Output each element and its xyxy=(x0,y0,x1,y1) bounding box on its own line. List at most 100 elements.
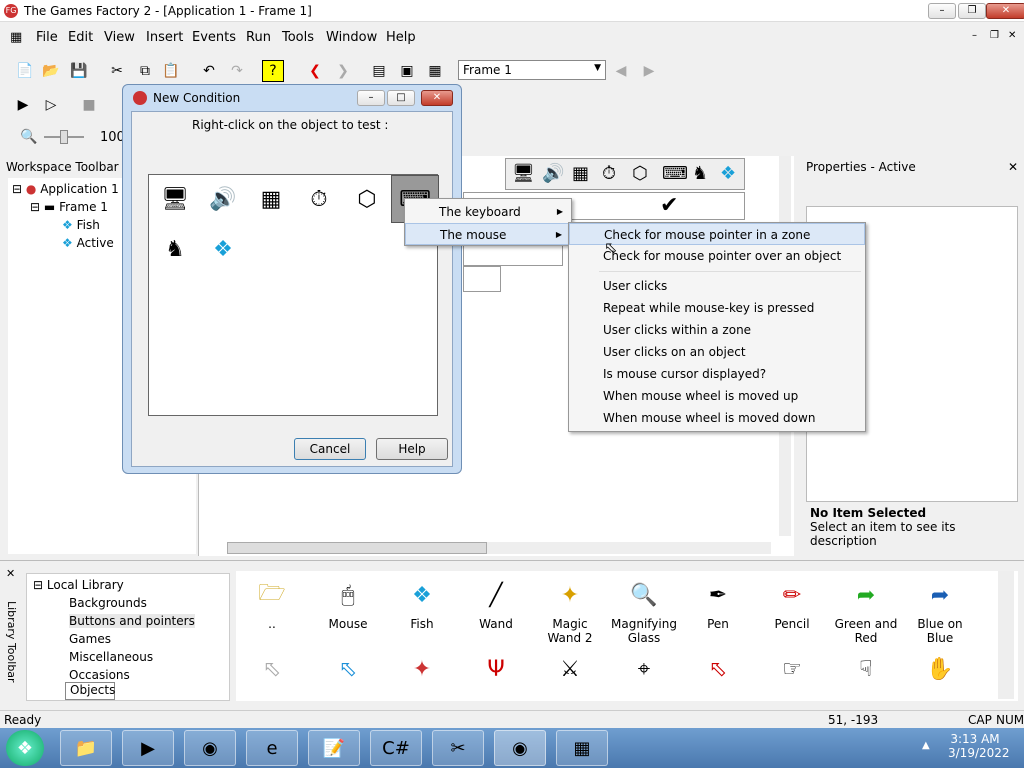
dialog-maximize-button[interactable]: □ xyxy=(387,90,415,106)
lib-item-red-arrow[interactable]: ⬁ xyxy=(682,653,754,691)
menu-item-cursor-displayed[interactable]: Is mouse cursor displayed? xyxy=(569,363,865,385)
system-icon[interactable]: 🖥 xyxy=(155,179,195,219)
tree-item-games[interactable]: Games xyxy=(69,632,111,646)
close-button[interactable]: ✕ xyxy=(986,3,1024,19)
collapse-icon[interactable]: ⊟ xyxy=(12,182,22,196)
save-icon[interactable]: 💾 xyxy=(68,60,90,82)
mdi-close-icon[interactable]: ✕ xyxy=(1008,30,1016,41)
mdi-restore-icon[interactable]: ❐ xyxy=(990,30,999,41)
lib-item-fish[interactable]: ❖ Fish xyxy=(386,579,458,632)
tgf-task-icon[interactable]: ◉ xyxy=(494,730,546,766)
new-file-icon[interactable]: 📄 xyxy=(14,60,36,82)
mdi-minimize-icon[interactable]: – xyxy=(972,30,977,41)
menu-edit[interactable]: Edit xyxy=(68,30,93,45)
dialog-close-button[interactable]: ✕ xyxy=(421,90,453,106)
storyboard-icon[interactable]: ▦ xyxy=(251,179,291,219)
lib-item-grab[interactable]: ✋ xyxy=(904,653,976,691)
lib-item-pen[interactable]: ✒ Pen xyxy=(682,579,754,632)
help-button[interactable]: Help xyxy=(376,438,448,460)
lib-item-wand-red[interactable]: ✦ xyxy=(386,653,458,691)
explorer-task-icon[interactable]: 📁 xyxy=(60,730,112,766)
redo-icon[interactable]: ↷ xyxy=(226,60,248,82)
menu-item-mouse[interactable]: The mouse ▶ xyxy=(405,223,571,245)
tree-item-miscellaneous[interactable]: Miscellaneous xyxy=(69,650,153,664)
help-icon[interactable]: ? xyxy=(262,60,284,82)
open-folder-icon[interactable]: 📂 xyxy=(40,60,62,82)
menu-help[interactable]: Help xyxy=(386,30,416,45)
zoom-icon[interactable]: 🔍 xyxy=(18,126,40,148)
timer-icon[interactable]: ⏱ xyxy=(299,179,339,219)
create-icon[interactable]: ⬡ xyxy=(347,179,387,219)
menu-run[interactable]: Run xyxy=(246,30,271,45)
collapse-icon[interactable]: ⊟ xyxy=(33,578,43,592)
condition-grid-row[interactable] xyxy=(463,266,501,292)
restore-button[interactable]: ❐ xyxy=(958,3,986,19)
start-button-icon[interactable]: ❖ xyxy=(6,730,44,766)
next-frame-icon[interactable]: ▶ xyxy=(638,60,660,82)
csharp-task-icon[interactable]: C# xyxy=(370,730,422,766)
player-icon[interactable]: ♞ xyxy=(155,229,195,269)
lib-item-trident[interactable]: Ψ xyxy=(460,653,532,691)
cancel-button[interactable]: Cancel xyxy=(294,438,366,460)
chrome-task-icon[interactable]: ◉ xyxy=(184,730,236,766)
horizontal-scrollbar[interactable] xyxy=(227,542,771,554)
event-editor-icon[interactable]: ▦ xyxy=(424,60,446,82)
tree-item-frame[interactable]: ⊟ ▬ Frame 1 xyxy=(30,200,108,214)
tree-item-backgrounds[interactable]: Backgrounds xyxy=(69,596,147,610)
tree-item-occasions[interactable]: Occasions xyxy=(69,668,130,682)
copy-icon[interactable]: ⧉ xyxy=(134,60,156,82)
menu-item-wheel-down[interactable]: When mouse wheel is moved down xyxy=(569,407,865,429)
lib-item-arrow[interactable]: ⬁ xyxy=(236,653,308,691)
menu-item-wheel-up[interactable]: When mouse wheel is moved up xyxy=(569,385,865,407)
menu-events[interactable]: Events xyxy=(192,30,236,45)
lib-item-hand-dark[interactable]: ☟ xyxy=(830,653,902,691)
tree-item-fish[interactable]: ❖ Fish xyxy=(62,218,100,232)
menu-window[interactable]: Window xyxy=(326,30,377,45)
scrollbar-thumb[interactable] xyxy=(227,542,487,554)
menu-insert[interactable]: Insert xyxy=(146,30,183,45)
undo-icon[interactable]: ↶ xyxy=(198,60,220,82)
prev-frame-icon[interactable]: ◀ xyxy=(610,60,632,82)
menu-item-clicks-zone[interactable]: User clicks within a zone xyxy=(569,319,865,341)
lib-item-crosshair[interactable]: ⌖ xyxy=(608,653,680,691)
sound-icon[interactable]: 🔊 xyxy=(203,179,243,219)
lib-item-wand[interactable]: ╱ Wand xyxy=(460,579,532,632)
doc-icon[interactable]: ▦ xyxy=(10,30,22,45)
menu-view[interactable]: View xyxy=(104,30,135,45)
paste-icon[interactable]: 📋 xyxy=(160,60,182,82)
stop-icon[interactable]: ■ xyxy=(78,94,100,116)
close-icon[interactable]: ✕ xyxy=(6,567,15,580)
lib-item-blue-on-blue[interactable]: ➦ Blue on Blue xyxy=(904,579,976,646)
lib-item-hand[interactable]: ☞ xyxy=(756,653,828,691)
close-icon[interactable]: ✕ xyxy=(1008,160,1018,174)
tray-expand-icon[interactable]: ▲ xyxy=(922,740,930,751)
clock[interactable]: 3:13 AM 3/19/2022 xyxy=(948,732,1010,760)
menu-file[interactable]: File xyxy=(36,30,58,45)
office-task-icon[interactable]: ▦ xyxy=(556,730,608,766)
menu-item-repeat-mouse[interactable]: Repeat while mouse-key is pressed xyxy=(569,297,865,319)
lib-item-magic-wand-2[interactable]: ✦ Magic Wand 2 xyxy=(534,579,606,646)
run-frame-icon[interactable]: ▷ xyxy=(40,94,62,116)
lib-item-magnifying-glass[interactable]: 🔍 Magnifying Glass xyxy=(608,579,680,646)
frame-select[interactable]: Frame 1 ▼ xyxy=(458,60,606,80)
lib-item-green-and-red[interactable]: ➦ Green and Red xyxy=(830,579,902,646)
tree-item-active[interactable]: ❖ Active xyxy=(62,236,114,250)
media-player-task-icon[interactable]: ▶ xyxy=(122,730,174,766)
tab-objects[interactable]: Objects xyxy=(65,682,115,700)
collapse-icon[interactable]: ⊟ xyxy=(30,200,40,214)
lib-item-parent[interactable]: 🗁.. xyxy=(236,579,308,631)
frame-editor-icon[interactable]: ▣ xyxy=(396,60,418,82)
notepad-task-icon[interactable]: 📝 xyxy=(308,730,360,766)
lib-item-mouse[interactable]: 🖱 Mouse xyxy=(312,579,384,632)
minimize-button[interactable]: – xyxy=(928,3,956,19)
dialog-minimize-button[interactable]: – xyxy=(357,90,385,106)
lib-item-blue-arrow[interactable]: ⬁ xyxy=(312,653,384,691)
lib-item-pencil[interactable]: ✏ Pencil xyxy=(756,579,828,632)
vertical-scrollbar[interactable] xyxy=(998,571,1014,699)
tree-item-buttons-pointers[interactable]: Buttons and pointers xyxy=(69,614,195,628)
tree-item-local-library[interactable]: ⊟ Local Library xyxy=(33,578,124,592)
menu-item-user-clicks[interactable]: User clicks xyxy=(569,275,865,297)
back-icon[interactable]: ❮ xyxy=(304,60,326,82)
menu-item-clicks-object[interactable]: User clicks on an object xyxy=(569,341,865,363)
paint-task-icon[interactable]: ✂ xyxy=(432,730,484,766)
